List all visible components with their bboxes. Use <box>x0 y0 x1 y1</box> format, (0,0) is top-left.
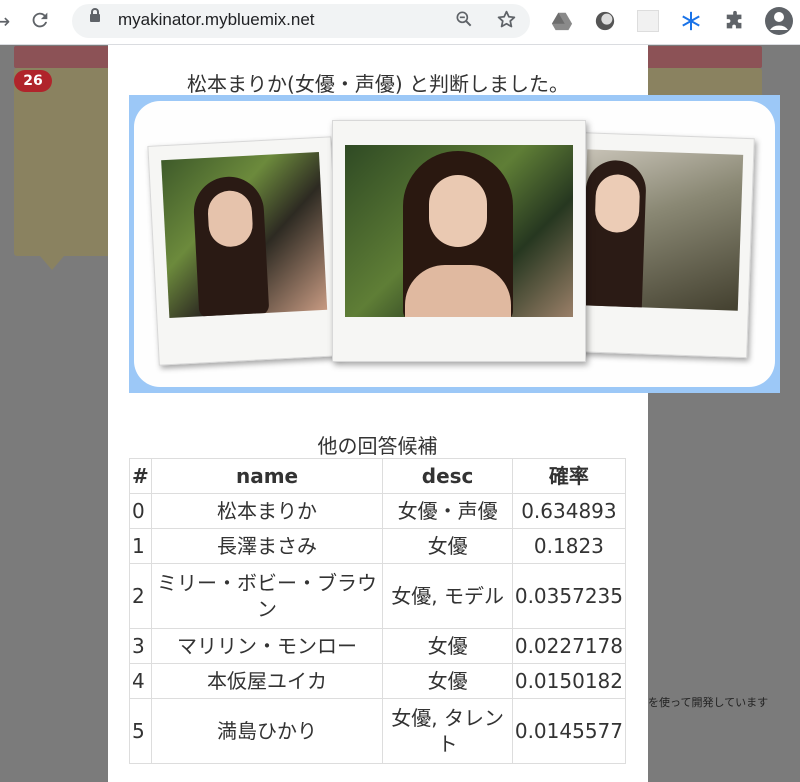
row-name: 満島ひかり <box>150 698 384 764</box>
photo-center-image <box>345 145 573 317</box>
row-desc: 女優 <box>382 528 513 564</box>
row-index: 1 <box>129 528 152 564</box>
column-header-index: # <box>129 458 152 494</box>
photo-right-image <box>581 149 744 311</box>
table-row: 0 松本まりか 女優・声優 0.634893 <box>129 493 627 529</box>
blank-ext-icon[interactable] <box>637 10 659 32</box>
row-probability: 0.0227178 <box>511 628 627 664</box>
column-header-name: name <box>150 458 384 494</box>
back-icon[interactable]: → <box>0 9 14 33</box>
polaroid-right <box>565 131 755 359</box>
background-footnote: を使って開発しています <box>648 696 769 709</box>
zoom-icon[interactable] <box>454 9 474 34</box>
row-index: 5 <box>129 698 152 764</box>
row-probability: 0.0357235 <box>511 563 627 629</box>
row-desc: 女優・声優 <box>382 493 513 529</box>
row-probability: 0.0145577 <box>511 698 627 764</box>
result-headline: 松本まりか(女優・声優) と判断しました。 <box>187 72 569 96</box>
column-header-desc: desc <box>382 458 513 494</box>
candidates-caption: 他の回答候補 <box>317 434 438 458</box>
table-header-row: # name desc 確率 <box>129 458 627 494</box>
row-name: ミリー・ボビー・ブラウン <box>150 563 384 629</box>
photo-left-image <box>161 151 328 319</box>
question-count-badge: 26 <box>14 70 52 92</box>
row-name: 長澤まさみ <box>150 528 384 564</box>
lock-icon <box>90 8 100 22</box>
table-row: 5 満島ひかり 女優, タレント 0.0145577 <box>129 698 627 764</box>
browser-toolbar: → myakinator.mybluemix.net <box>0 0 800 45</box>
url-text[interactable]: myakinator.mybluemix.net <box>118 10 315 30</box>
row-desc: 女優 <box>382 663 513 699</box>
drive-icon[interactable] <box>551 10 573 32</box>
table-row: 1 長澤まさみ 女優 0.1823 <box>129 528 627 564</box>
puzzle-icon[interactable] <box>724 10 746 32</box>
row-probability: 0.634893 <box>511 493 627 529</box>
polaroid-center <box>332 120 586 362</box>
background-card-pointer <box>40 256 64 270</box>
column-header-probability: 確率 <box>511 458 627 494</box>
table-row: 2 ミリー・ボビー・ブラウン 女優, モデル 0.0357235 <box>129 563 627 629</box>
row-probability: 0.1823 <box>511 528 627 564</box>
table-row: 4 本仮屋ユイカ 女優 0.0150182 <box>129 663 627 699</box>
row-index: 4 <box>129 663 152 699</box>
star-icon[interactable] <box>496 9 517 35</box>
polaroid-left <box>147 136 343 366</box>
row-index: 0 <box>129 493 152 529</box>
row-desc: 女優, モデル <box>382 563 513 629</box>
row-name: マリリン・モンロー <box>150 628 384 664</box>
row-desc: 女優 <box>382 628 513 664</box>
reload-icon[interactable] <box>28 9 52 33</box>
row-index: 3 <box>129 628 152 664</box>
address-bar[interactable]: myakinator.mybluemix.net <box>72 4 530 38</box>
row-name: 本仮屋ユイカ <box>150 663 384 699</box>
snowflake-ext-icon[interactable] <box>680 10 702 32</box>
row-name: 松本まりか <box>150 493 384 529</box>
candidates-table: # name desc 確率 0 松本まりか 女優・声優 0.634893 1 … <box>129 458 627 764</box>
row-desc: 女優, タレント <box>382 698 513 764</box>
table-row: 3 マリリン・モンロー 女優 0.0227178 <box>129 628 627 664</box>
result-photo <box>129 95 780 393</box>
row-index: 2 <box>129 563 152 629</box>
profile-icon[interactable] <box>764 6 794 36</box>
row-probability: 0.0150182 <box>511 663 627 699</box>
circle-ext-icon[interactable] <box>594 10 616 32</box>
